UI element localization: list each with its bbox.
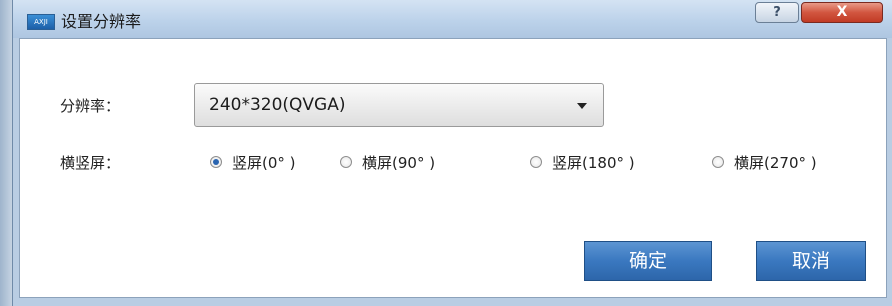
cancel-button[interactable]: 取消 xyxy=(756,241,866,281)
radio-unchecked-icon[interactable] xyxy=(340,156,352,168)
radio-label: 竖屏(0° ) xyxy=(232,154,296,172)
radio-checked-icon[interactable] xyxy=(210,156,222,168)
radio-label: 横屏(90° ) xyxy=(362,154,436,172)
background-window-edge xyxy=(0,0,12,306)
help-button[interactable]: ? xyxy=(755,2,799,23)
resolution-select[interactable]: 240*320(QVGA) xyxy=(194,83,604,127)
orientation-label: 横竖屏： xyxy=(60,154,121,172)
resolution-label: 分辨率： xyxy=(60,97,121,115)
app-icon: AXJI xyxy=(27,14,55,30)
close-button[interactable]: X xyxy=(801,2,883,23)
title-bar[interactable]: AXJI 设置分辨率 ? X xyxy=(13,0,892,38)
resolution-dialog: AXJI 设置分辨率 ? X 分辨率： 240*320(QVGA) 横竖屏： 竖… xyxy=(12,0,892,306)
radio-label: 竖屏(180° ) xyxy=(552,154,635,172)
radio-label: 横屏(270° ) xyxy=(734,154,817,172)
radio-unchecked-icon[interactable] xyxy=(712,156,724,168)
ok-button[interactable]: 确定 xyxy=(584,241,712,281)
dialog-content: 分辨率： 240*320(QVGA) 横竖屏： 竖屏(0° ) 横屏(90° )… xyxy=(19,38,887,298)
dialog-title: 设置分辨率 xyxy=(61,12,142,31)
radio-unchecked-icon[interactable] xyxy=(530,156,542,168)
resolution-select-value: 240*320(QVGA) xyxy=(209,95,346,115)
chevron-down-icon[interactable] xyxy=(577,103,587,109)
